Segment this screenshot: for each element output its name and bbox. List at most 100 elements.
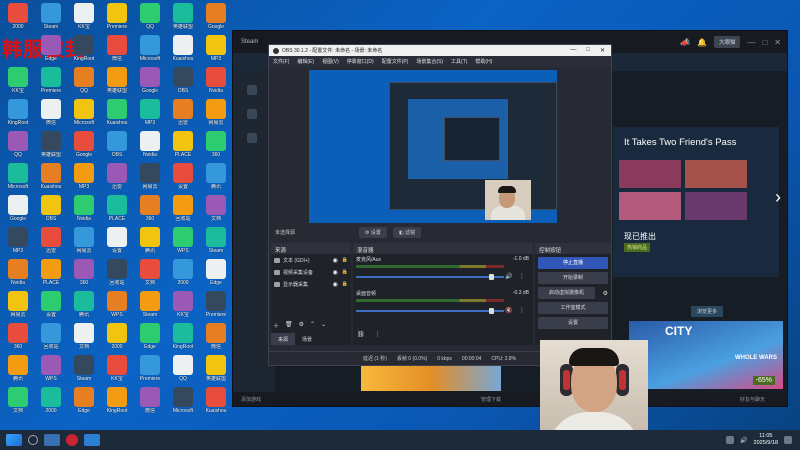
eye-icon[interactable]: ◉: [333, 257, 338, 264]
search-icon[interactable]: [28, 435, 38, 445]
library-icon[interactable]: [247, 133, 257, 143]
desktop-icon[interactable]: Microsoft: [69, 99, 99, 126]
eye-icon[interactable]: ◉: [333, 281, 338, 288]
desktop-icon[interactable]: Edge: [201, 259, 231, 286]
bell-icon[interactable]: 🔔: [697, 38, 707, 47]
menu-profile[interactable]: 配置文件(P): [382, 58, 409, 65]
obs-preview[interactable]: [309, 70, 557, 223]
desktop-icon[interactable]: 英雄联盟: [168, 3, 198, 30]
desktop-icon[interactable]: 2000: [168, 259, 198, 286]
desktop-icon[interactable]: OBS: [168, 67, 198, 94]
filters-button[interactable]: ◧ 滤镜: [393, 227, 422, 238]
desktop-icon[interactable]: KK宝: [69, 3, 99, 30]
desktop-icon[interactable]: 回收站: [102, 259, 132, 286]
desktop-icon[interactable]: Google: [201, 3, 231, 30]
desktop-icon[interactable]: 英雄联盟: [36, 131, 66, 158]
browse-more-button[interactable]: 浏览更多: [691, 306, 724, 317]
desktop-icon[interactable]: PLACE: [168, 131, 198, 158]
kebab-menu-icon[interactable]: ⋮: [519, 273, 525, 280]
obs-window[interactable]: OBS 30.1.2 - 配置文件: 未命名 - 场景: 未命名 — □ ✕ 文…: [268, 44, 612, 366]
desktop-icon[interactable]: 微信: [102, 35, 132, 62]
close-icon[interactable]: ✕: [774, 38, 781, 47]
source-item[interactable]: 视频采集设备 ◉ 🔒: [271, 266, 351, 278]
desktop-icon[interactable]: 迅雷: [102, 163, 132, 190]
obs-taskbar-icon[interactable]: [66, 434, 78, 446]
start-button[interactable]: [6, 434, 22, 446]
volume-slider-handle[interactable]: [489, 308, 494, 314]
stop-streaming-button[interactable]: 停止直播: [538, 257, 608, 269]
eye-icon[interactable]: ◉: [333, 269, 338, 276]
steam-taskbar-icon[interactable]: [84, 434, 100, 446]
desktop-icon[interactable]: MP3: [69, 163, 99, 190]
desktop-icon[interactable]: Nvidia: [69, 195, 99, 222]
desktop-icon[interactable]: WPS: [36, 355, 66, 382]
desktop-icon[interactable]: Nvidia: [3, 259, 33, 286]
kebab-menu-icon[interactable]: ⋮: [375, 331, 381, 338]
desktop-icon[interactable]: Kuaishou: [201, 387, 231, 414]
desktop-icon[interactable]: Premiere: [102, 3, 132, 30]
clock[interactable]: 11:05 2025/9/18: [754, 433, 778, 447]
desktop-icon[interactable]: MP3: [135, 99, 165, 126]
megaphone-icon[interactable]: 📣: [680, 38, 690, 47]
tray-icon[interactable]: [726, 436, 735, 444]
add-game-button[interactable]: 添加游戏: [241, 396, 261, 403]
account-button[interactable]: 大眼猫: [713, 36, 741, 48]
desktop-icon[interactable]: 微信: [135, 387, 165, 414]
desktop-icon[interactable]: 360: [3, 323, 33, 350]
move-up-icon[interactable]: ⌃: [310, 321, 315, 330]
desktop-icon[interactable]: 2000: [36, 387, 66, 414]
desktop-icon[interactable]: KingRoot: [168, 323, 198, 350]
home-icon[interactable]: [247, 85, 257, 95]
tab-sources[interactable]: 来源: [271, 333, 296, 345]
desktop-icon[interactable]: Premiere: [135, 355, 165, 382]
desktop-icon[interactable]: Steam: [135, 291, 165, 318]
tab-scenes[interactable]: 场景: [295, 333, 319, 345]
menu-file[interactable]: 文件(F): [273, 58, 289, 65]
desktop-icon[interactable]: 腾讯: [135, 227, 165, 254]
trash-icon[interactable]: 🗑: [285, 321, 293, 330]
desktop-icon[interactable]: Kuaishou: [36, 163, 66, 190]
desktop-icon[interactable]: 2000: [3, 3, 33, 30]
chevron-right-icon[interactable]: ›: [775, 187, 781, 208]
desktop-icon[interactable]: Nvidia: [135, 131, 165, 158]
desktop-icon[interactable]: KK宝: [102, 355, 132, 382]
desktop-icon[interactable]: 2000: [102, 323, 132, 350]
desktop-icon[interactable]: KK宝: [3, 67, 33, 94]
lock-icon[interactable]: 🔒: [342, 269, 348, 275]
start-recording-button[interactable]: 开始录制: [538, 272, 608, 284]
desktop-icon[interactable]: 文档: [135, 259, 165, 286]
desktop-icon[interactable]: Nvidia: [201, 67, 231, 94]
menu-docks[interactable]: 停靠窗口(D): [347, 58, 374, 65]
lock-icon[interactable]: 🔒: [342, 281, 348, 287]
move-down-icon[interactable]: ⌄: [321, 321, 326, 330]
desktop-icon[interactable]: QQ: [135, 3, 165, 30]
desktop-icon[interactable]: KingRoot: [102, 387, 132, 414]
desktop-icon[interactable]: 设置: [36, 291, 66, 318]
desktop-icon[interactable]: 回收站: [168, 195, 198, 222]
volume-slider[interactable]: [356, 310, 504, 312]
downloads-button[interactable]: 管理下载: [481, 396, 501, 403]
speaker-icon[interactable]: 🔊: [505, 273, 512, 280]
properties-button[interactable]: ⚙ 设置: [359, 227, 387, 238]
lock-icon[interactable]: 🔒: [342, 257, 348, 263]
volume-slider[interactable]: [356, 276, 504, 278]
desktop-icon[interactable]: Edge: [69, 387, 99, 414]
task-view-icon[interactable]: [44, 434, 60, 446]
game-capsules[interactable]: [361, 365, 501, 391]
minimize-icon[interactable]: —: [570, 47, 576, 54]
menu-help[interactable]: 帮助(H): [475, 58, 492, 65]
desktop-icon[interactable]: Premiere: [201, 291, 231, 318]
obs-menubar[interactable]: 文件(F) 编辑(E) 视图(V) 停靠窗口(D) 配置文件(P) 场景集合(S…: [269, 56, 611, 67]
desktop-icon[interactable]: 360: [201, 131, 231, 158]
desktop-icon[interactable]: WPS: [102, 291, 132, 318]
desktop-icon[interactable]: Microsoft: [3, 163, 33, 190]
desktop-icon[interactable]: Microsoft: [168, 387, 198, 414]
desktop-icon[interactable]: 回收站: [36, 323, 66, 350]
studio-mode-button[interactable]: 工作室模式: [538, 302, 608, 314]
friends-chat-button[interactable]: 好友与聊天: [740, 396, 779, 403]
desktop-icon[interactable]: KingRoot: [3, 99, 33, 126]
desktop-icon[interactable]: QQ: [3, 131, 33, 158]
featured-banner[interactable]: It Takes Two Friend's Pass 现已推出 热销商品 ›: [613, 127, 781, 277]
add-icon[interactable]: ＋: [273, 321, 279, 330]
desktop-icon[interactable]: Kuaishou: [168, 35, 198, 62]
